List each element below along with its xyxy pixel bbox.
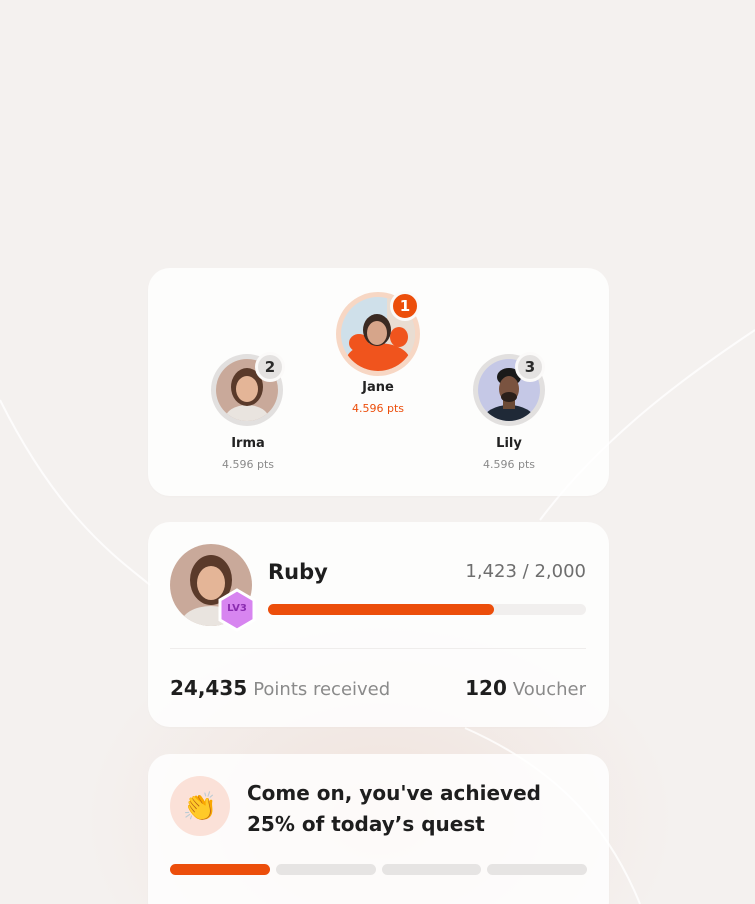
divider [170, 648, 586, 649]
quest-progress-segment [381, 864, 482, 875]
quest-card: 👏 Come on, you've achieved 25% of today’… [148, 754, 609, 904]
player-name: Jane [362, 380, 394, 395]
quest-message: Come on, you've achieved 25% of today’s … [247, 781, 541, 836]
quest-progress-segment [170, 864, 270, 875]
points-received-value: 24,435 [170, 676, 248, 700]
rank-number: 2 [264, 358, 276, 376]
clapping-hands-icon: 👏 [170, 776, 230, 836]
voucher-stat[interactable]: 120 Voucher [465, 676, 586, 700]
points-progress-text: 1,423 / 2,000 [465, 561, 586, 582]
quest-progress-segments [170, 864, 587, 875]
points-received-stat: 24,435 Points received [170, 676, 390, 700]
rank-badge-1: 1 [390, 291, 420, 321]
points-progress-fill [268, 604, 495, 615]
voucher-label: Voucher [512, 679, 586, 700]
leaderboard-card: 1 Jane 4.596 pts 2 Irma 4.596 pts 3 Lily… [148, 268, 609, 496]
level-badge-label: LV3 [227, 603, 247, 614]
quest-progress-segment [487, 864, 587, 875]
player-points: 4.596 pts [221, 458, 274, 471]
rank-badge-3: 3 [515, 352, 545, 382]
quest-emoji: 👏 [182, 789, 218, 823]
player-name: Irma [231, 436, 265, 451]
level-badge: LV3 [217, 588, 257, 632]
player-points: 4.596 pts [351, 402, 404, 415]
quest-progress-segment [275, 864, 376, 875]
rank-badge-2: 2 [255, 352, 285, 382]
points-progress-bar [268, 604, 586, 615]
player-points: 4.596 pts [482, 458, 535, 471]
points-received-label: Points received [253, 679, 391, 700]
profile-name: Ruby [268, 560, 328, 584]
rank-number: 1 [399, 297, 411, 315]
profile-card: LV3 Ruby 1,423 / 2,000 24,435 Points rece… [148, 522, 609, 727]
voucher-value: 120 [465, 676, 507, 700]
rank-number: 3 [524, 358, 536, 376]
player-name: Lily [496, 436, 522, 451]
